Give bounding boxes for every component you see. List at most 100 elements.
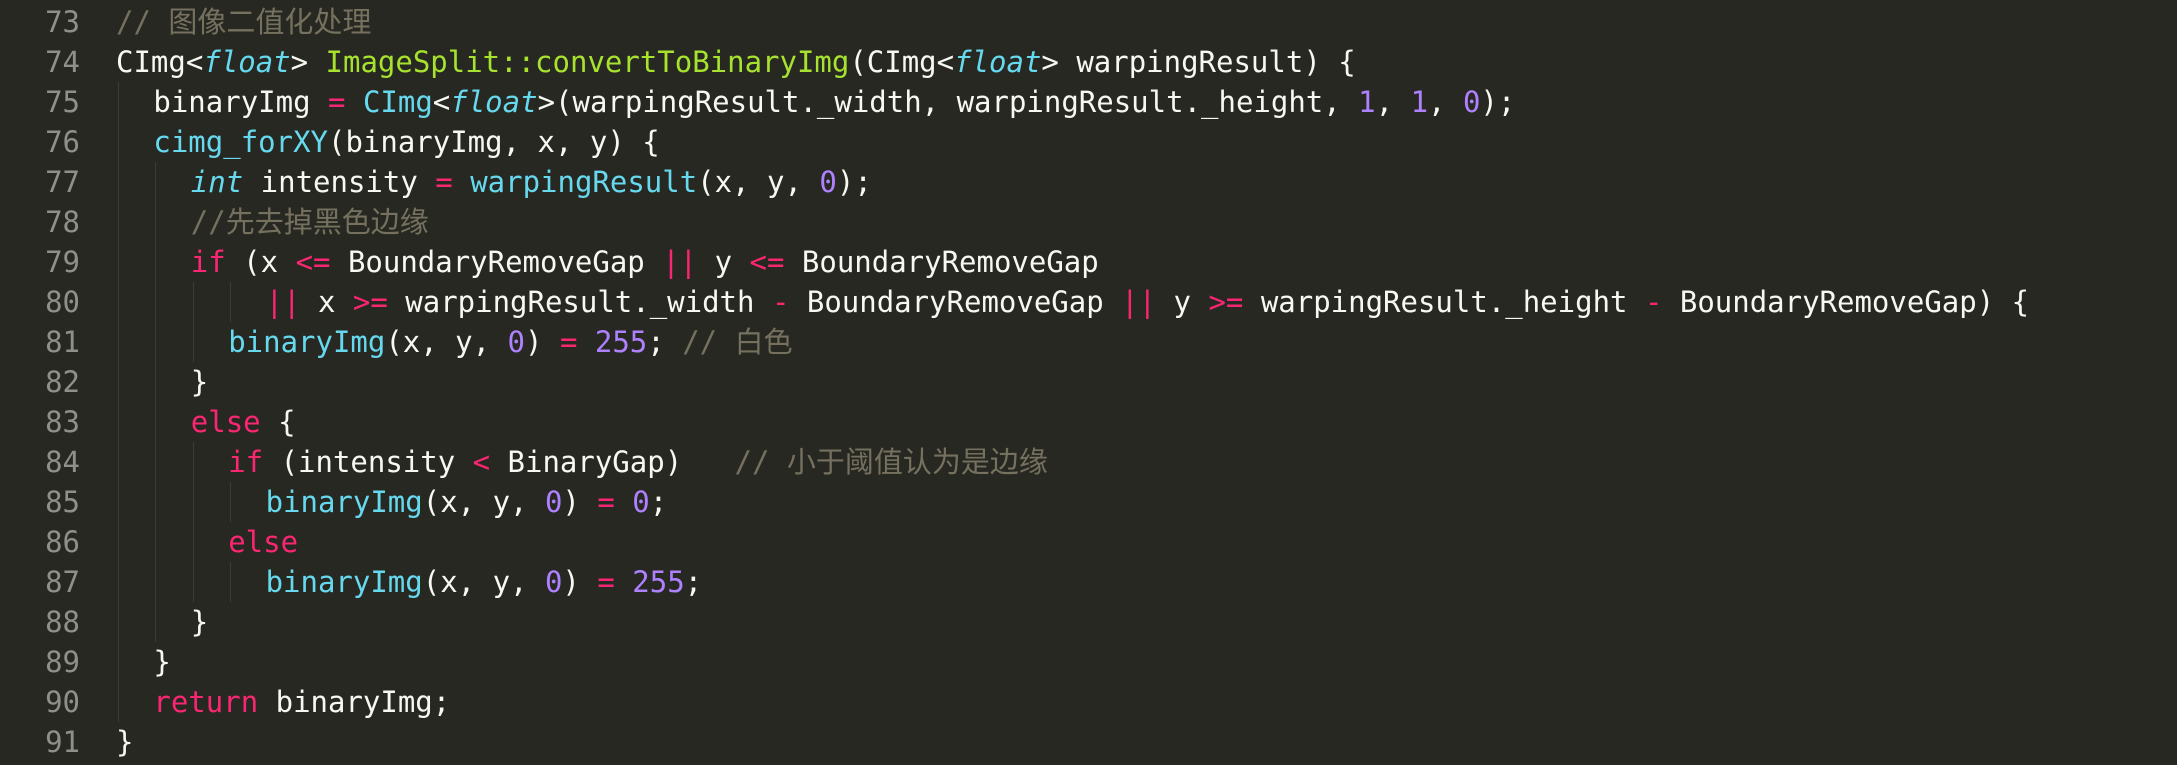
- line-number: 86: [45, 525, 80, 559]
- code-line[interactable]: 86 else: [0, 522, 2177, 562]
- indent-guide: [155, 522, 157, 562]
- line-number: 88: [45, 605, 80, 639]
- indent-guide: [155, 322, 157, 362]
- code-token: 1: [1358, 85, 1376, 119]
- code-token: 255: [594, 325, 648, 359]
- indent-guide: [192, 322, 194, 362]
- code-token: <: [432, 85, 451, 119]
- code-token: (x, y,: [697, 165, 820, 199]
- code-line[interactable]: 78 //先去掉黑色边缘: [0, 202, 2177, 242]
- code-token: );: [1480, 85, 1516, 119]
- line-number: 87: [45, 565, 80, 599]
- code-token: warpingResult: [470, 165, 698, 199]
- code-text: }: [116, 722, 133, 762]
- code-line[interactable]: 81 binaryImg(x, y, 0) = 255; // 白色: [0, 322, 2177, 362]
- line-number: 90: [45, 685, 80, 719]
- code-token: float: [203, 45, 291, 79]
- code-line[interactable]: 80 || x >= warpingResult._width - Boundar…: [0, 282, 2177, 322]
- indent-guide: [155, 202, 157, 242]
- code-line[interactable]: 79 if (x <= BoundaryRemoveGap || y <= Bou…: [0, 242, 2177, 282]
- code-token: (x, y,: [385, 325, 508, 359]
- code-token: -: [1644, 285, 1663, 319]
- code-line[interactable]: 91}: [0, 722, 2177, 762]
- code-text: if (x <= BoundaryRemoveGap || y <= Bound…: [191, 242, 1099, 282]
- code-token: x: [300, 285, 353, 319]
- code-text: binaryImg(x, y, 0) = 255; // 白色: [228, 322, 792, 362]
- code-text: // 图像二值化处理: [116, 2, 371, 42]
- code-token: float: [450, 85, 538, 119]
- code-token: <=: [295, 245, 331, 279]
- indent-guide: [155, 282, 157, 322]
- code-token: >=: [1208, 285, 1244, 319]
- code-token: else: [190, 405, 261, 439]
- indent-guide: [192, 522, 194, 562]
- line-number: 82: [45, 365, 80, 399]
- code-token: 0: [544, 485, 563, 519]
- code-line[interactable]: 90 return binaryImg;: [0, 682, 2177, 722]
- code-token: y: [1156, 285, 1209, 319]
- code-text: if (intensity < BinaryGap) // 小于阈值认为是边缘: [228, 442, 1048, 482]
- code-token: =: [328, 85, 346, 119]
- code-text: int intensity = warpingResult(x, y, 0);: [191, 162, 872, 202]
- code-line[interactable]: 82}: [0, 362, 2177, 402]
- code-token: (x, y,: [422, 565, 545, 599]
- code-text: return binaryImg;: [153, 682, 450, 722]
- code-line[interactable]: 84 if (intensity < BinaryGap) // 小于阈值认为是边…: [0, 442, 2177, 482]
- code-text: }: [191, 362, 208, 402]
- line-number: 77: [45, 165, 80, 199]
- code-line[interactable]: 74 CImg<float> ImageSplit::convertToBinar…: [0, 42, 2177, 82]
- code-token: warpingResult._width: [387, 285, 772, 319]
- code-token: ,: [1428, 85, 1463, 119]
- code-line[interactable]: 75 binaryImg = CImg<float>(warpingResult.…: [0, 82, 2177, 122]
- code-token: if: [228, 445, 264, 479]
- code-token: ||: [662, 245, 698, 279]
- code-line[interactable]: 83 else {: [0, 402, 2177, 442]
- code-token: ImageSplit::convertToBinaryImg: [325, 45, 850, 79]
- code-line[interactable]: 87 binaryImg(x, y, 0) = 255;: [0, 562, 2177, 602]
- code-text: || x >= warpingResult._width - BoundaryR…: [266, 282, 2029, 322]
- indent-guide: [118, 642, 119, 682]
- indent-guide: [118, 602, 119, 642]
- code-text: else: [228, 522, 298, 562]
- code-token: ): [525, 325, 560, 359]
- code-editor[interactable]: 73// 图像二值化处理 74 CImg<float> ImageSplit::co…: [0, 0, 2177, 765]
- indent-guide: [118, 282, 119, 322]
- code-token: (intensity: [263, 445, 473, 479]
- code-token: BoundaryRemoveGap) {: [1662, 285, 2030, 319]
- indent-guide: [230, 562, 232, 602]
- code-token: CImg<: [116, 45, 204, 79]
- code-token: warpingResult._height: [1243, 285, 1645, 319]
- code-token: CImg: [362, 85, 433, 119]
- code-line[interactable]: 73 // 图像二值化处理: [0, 2, 2177, 42]
- code-token: =: [597, 485, 615, 519]
- code-token: binaryImg: [228, 325, 386, 359]
- code-token: (x: [225, 245, 296, 279]
- code-token: ;: [649, 485, 668, 519]
- indent-guide: [155, 482, 157, 522]
- code-token: }: [153, 645, 171, 679]
- code-token: ;: [684, 565, 703, 599]
- code-token: ,: [1375, 85, 1411, 119]
- code-text: else {: [191, 402, 296, 442]
- line-number: 79: [45, 245, 80, 279]
- indent-guide: [118, 562, 119, 602]
- line-number: 75: [45, 85, 80, 119]
- code-text: binaryImg(x, y, 0) = 255;: [266, 562, 703, 602]
- code-line[interactable]: 76 cimg_forXY(binaryImg, x, y) {: [0, 122, 2177, 162]
- code-token: <: [472, 445, 491, 479]
- code-line[interactable]: 89}: [0, 642, 2177, 682]
- code-token: intensity: [243, 165, 436, 199]
- code-token: //先去掉黑色边缘: [190, 205, 429, 239]
- code-line[interactable]: 85 binaryImg(x, y, 0) = 0;: [0, 482, 2177, 522]
- code-line[interactable]: 88}: [0, 602, 2177, 642]
- code-text: }: [191, 602, 208, 642]
- code-line[interactable]: 77 int intensity = warpingResult(x, y, 0)…: [0, 162, 2177, 202]
- code-token: }: [190, 605, 209, 639]
- code-token: (binaryImg, x, y) {: [328, 125, 660, 159]
- code-text: cimg_forXY(binaryImg, x, y) {: [153, 122, 659, 162]
